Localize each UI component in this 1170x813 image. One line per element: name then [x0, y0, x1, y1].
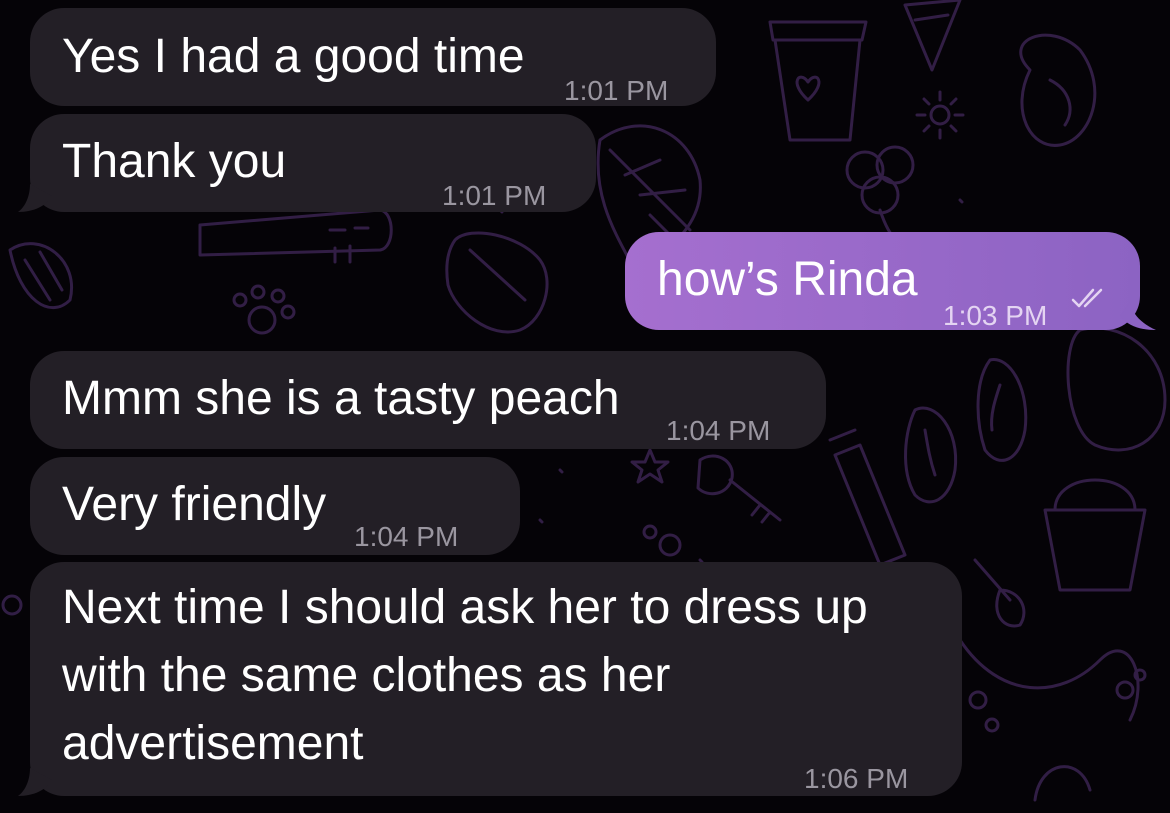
coffee-cup-doodle: [768, 20, 868, 142]
message-timestamp: 1:06 PM: [804, 763, 909, 794]
outgoing-message-bubble[interactable]: how’s Rinda 1:03 PM: [625, 232, 1140, 331]
double-check-icon: [1071, 288, 1103, 308]
message-timestamp: 1:01 PM: [442, 180, 547, 211]
bubble-tail: [18, 768, 52, 796]
message-text-line: Next time I should ask her to dress up: [62, 581, 868, 634]
incoming-message-bubble[interactable]: Very friendly 1:04 PM: [30, 457, 520, 555]
bubble-tail: [1120, 302, 1156, 330]
incoming-message-bubble[interactable]: Thank you 1:01 PM: [30, 114, 596, 212]
message-timestamp: 1:01 PM: [564, 75, 669, 106]
bucket-doodle: [1043, 478, 1147, 592]
clover-doodle: [845, 145, 915, 247]
message-timestamp: 1:03 PM: [943, 300, 1048, 331]
incoming-message-bubble[interactable]: Yes I had a good time 1:01 PM: [30, 8, 716, 106]
message-timestamp: 1:04 PM: [354, 521, 459, 552]
message-text: Thank you: [62, 135, 287, 188]
message-text-line: advertisement: [62, 717, 364, 770]
message-text: how’s Rinda: [657, 253, 918, 306]
bubble-tail: [18, 184, 52, 212]
incoming-message-bubble[interactable]: Mmm she is a tasty peach 1:04 PM: [30, 351, 826, 449]
incoming-message-bubble[interactable]: Next time I should ask her to dress up w…: [30, 562, 962, 796]
redaction-block: [320, 132, 420, 192]
message-text: Very friendly: [62, 478, 327, 531]
message-text: Yes I had a good time: [62, 30, 525, 83]
message-text: Mmm she is a tasty peach: [62, 372, 620, 425]
message-text-line: with the same clothes as her: [62, 649, 671, 702]
message-timestamp: 1:04 PM: [666, 415, 771, 446]
sun-doodle: [915, 90, 965, 140]
paw-print-doodle: [232, 284, 296, 335]
